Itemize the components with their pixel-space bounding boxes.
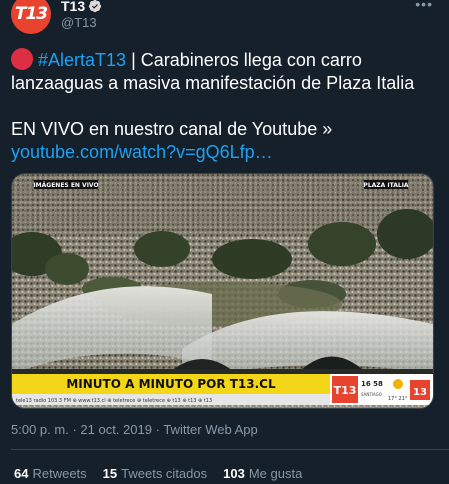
divider bbox=[11, 449, 449, 450]
svg-text:IMÁGENES EN VIVO: IMÁGENES EN VIVO bbox=[33, 182, 98, 189]
location-label: PLAZA ITALIA bbox=[363, 180, 409, 189]
account-name-row[interactable]: T13 bbox=[61, 0, 102, 14]
svg-text:17° 21°: 17° 21° bbox=[388, 396, 408, 402]
tweet-time[interactable]: 5:00 p. m. bbox=[11, 422, 69, 437]
line-spacer bbox=[11, 95, 441, 118]
meta-separator: · bbox=[155, 422, 160, 437]
svg-text:16 58: 16 58 bbox=[361, 380, 383, 388]
avatar-logo: T13 bbox=[14, 4, 48, 24]
tweet-text-line2: EN VIVO en nuestro canal de Youtube » bbox=[11, 119, 333, 139]
tweet-media[interactable]: IMÁGENES EN VIVO PLAZA ITALIA MINUTO A M… bbox=[11, 173, 434, 409]
media-scene: IMÁGENES EN VIVO PLAZA ITALIA MINUTO A M… bbox=[12, 174, 433, 408]
news-banner: MINUTO A MINUTO POR T13.CL tele13 radio … bbox=[12, 374, 330, 405]
more-dots-icon[interactable]: ••• bbox=[415, 0, 433, 12]
tweet-date[interactable]: 21 oct. 2019 bbox=[80, 422, 152, 437]
svg-text:tele13 radio 103.3 FM ⊕ www.: tele13 radio 103.3 FM ⊕ www.t13.cl ⊕ tel… bbox=[16, 398, 212, 404]
tweet[interactable]: T13 T13 @T13 ••• #AlertaT13 | Carabinero… bbox=[0, 0, 449, 484]
tweet-meta: 5:00 p. m. · 21 oct. 2019 · Twitter Web … bbox=[11, 422, 258, 437]
hashtag-link[interactable]: #AlertaT13 bbox=[38, 50, 126, 70]
red-circle-emoji bbox=[11, 48, 33, 70]
live-label: IMÁGENES EN VIVO bbox=[33, 180, 99, 189]
quotes-stat[interactable]: 15 Tweets citados bbox=[103, 466, 207, 481]
meta-separator: · bbox=[72, 422, 77, 437]
svg-text:SANTIAGO: SANTIAGO bbox=[361, 392, 382, 397]
tweet-client[interactable]: Twitter Web App bbox=[163, 422, 257, 437]
verified-badge-icon bbox=[88, 0, 102, 13]
likes-stat[interactable]: 103 Me gusta bbox=[223, 466, 302, 481]
retweets-stat[interactable]: 64 Retweets bbox=[14, 466, 87, 481]
svg-text:PLAZA ITALIA: PLAZA ITALIA bbox=[363, 182, 409, 189]
avatar[interactable]: T13 bbox=[11, 0, 51, 34]
account-name[interactable]: T13 bbox=[61, 0, 85, 14]
account-handle[interactable]: @T13 bbox=[61, 15, 97, 30]
svg-text:13: 13 bbox=[413, 387, 427, 398]
tweet-stats: 64 Retweets 15 Tweets citados 103 Me gusta bbox=[14, 466, 302, 481]
svg-text:MINUTO A MINUTO POR T13.CL: MINUTO A MINUTO POR T13.CL bbox=[66, 377, 276, 391]
tweet-text: #AlertaT13 | Carabineros llega con carro… bbox=[11, 48, 441, 164]
svg-text:T13: T13 bbox=[334, 384, 357, 397]
youtube-link[interactable]: youtube.com/watch?v=gQ6Lfp… bbox=[11, 142, 273, 162]
tv-logo-box: T13 16 58 SANTIAGO 17° 21° 13 bbox=[330, 374, 433, 405]
